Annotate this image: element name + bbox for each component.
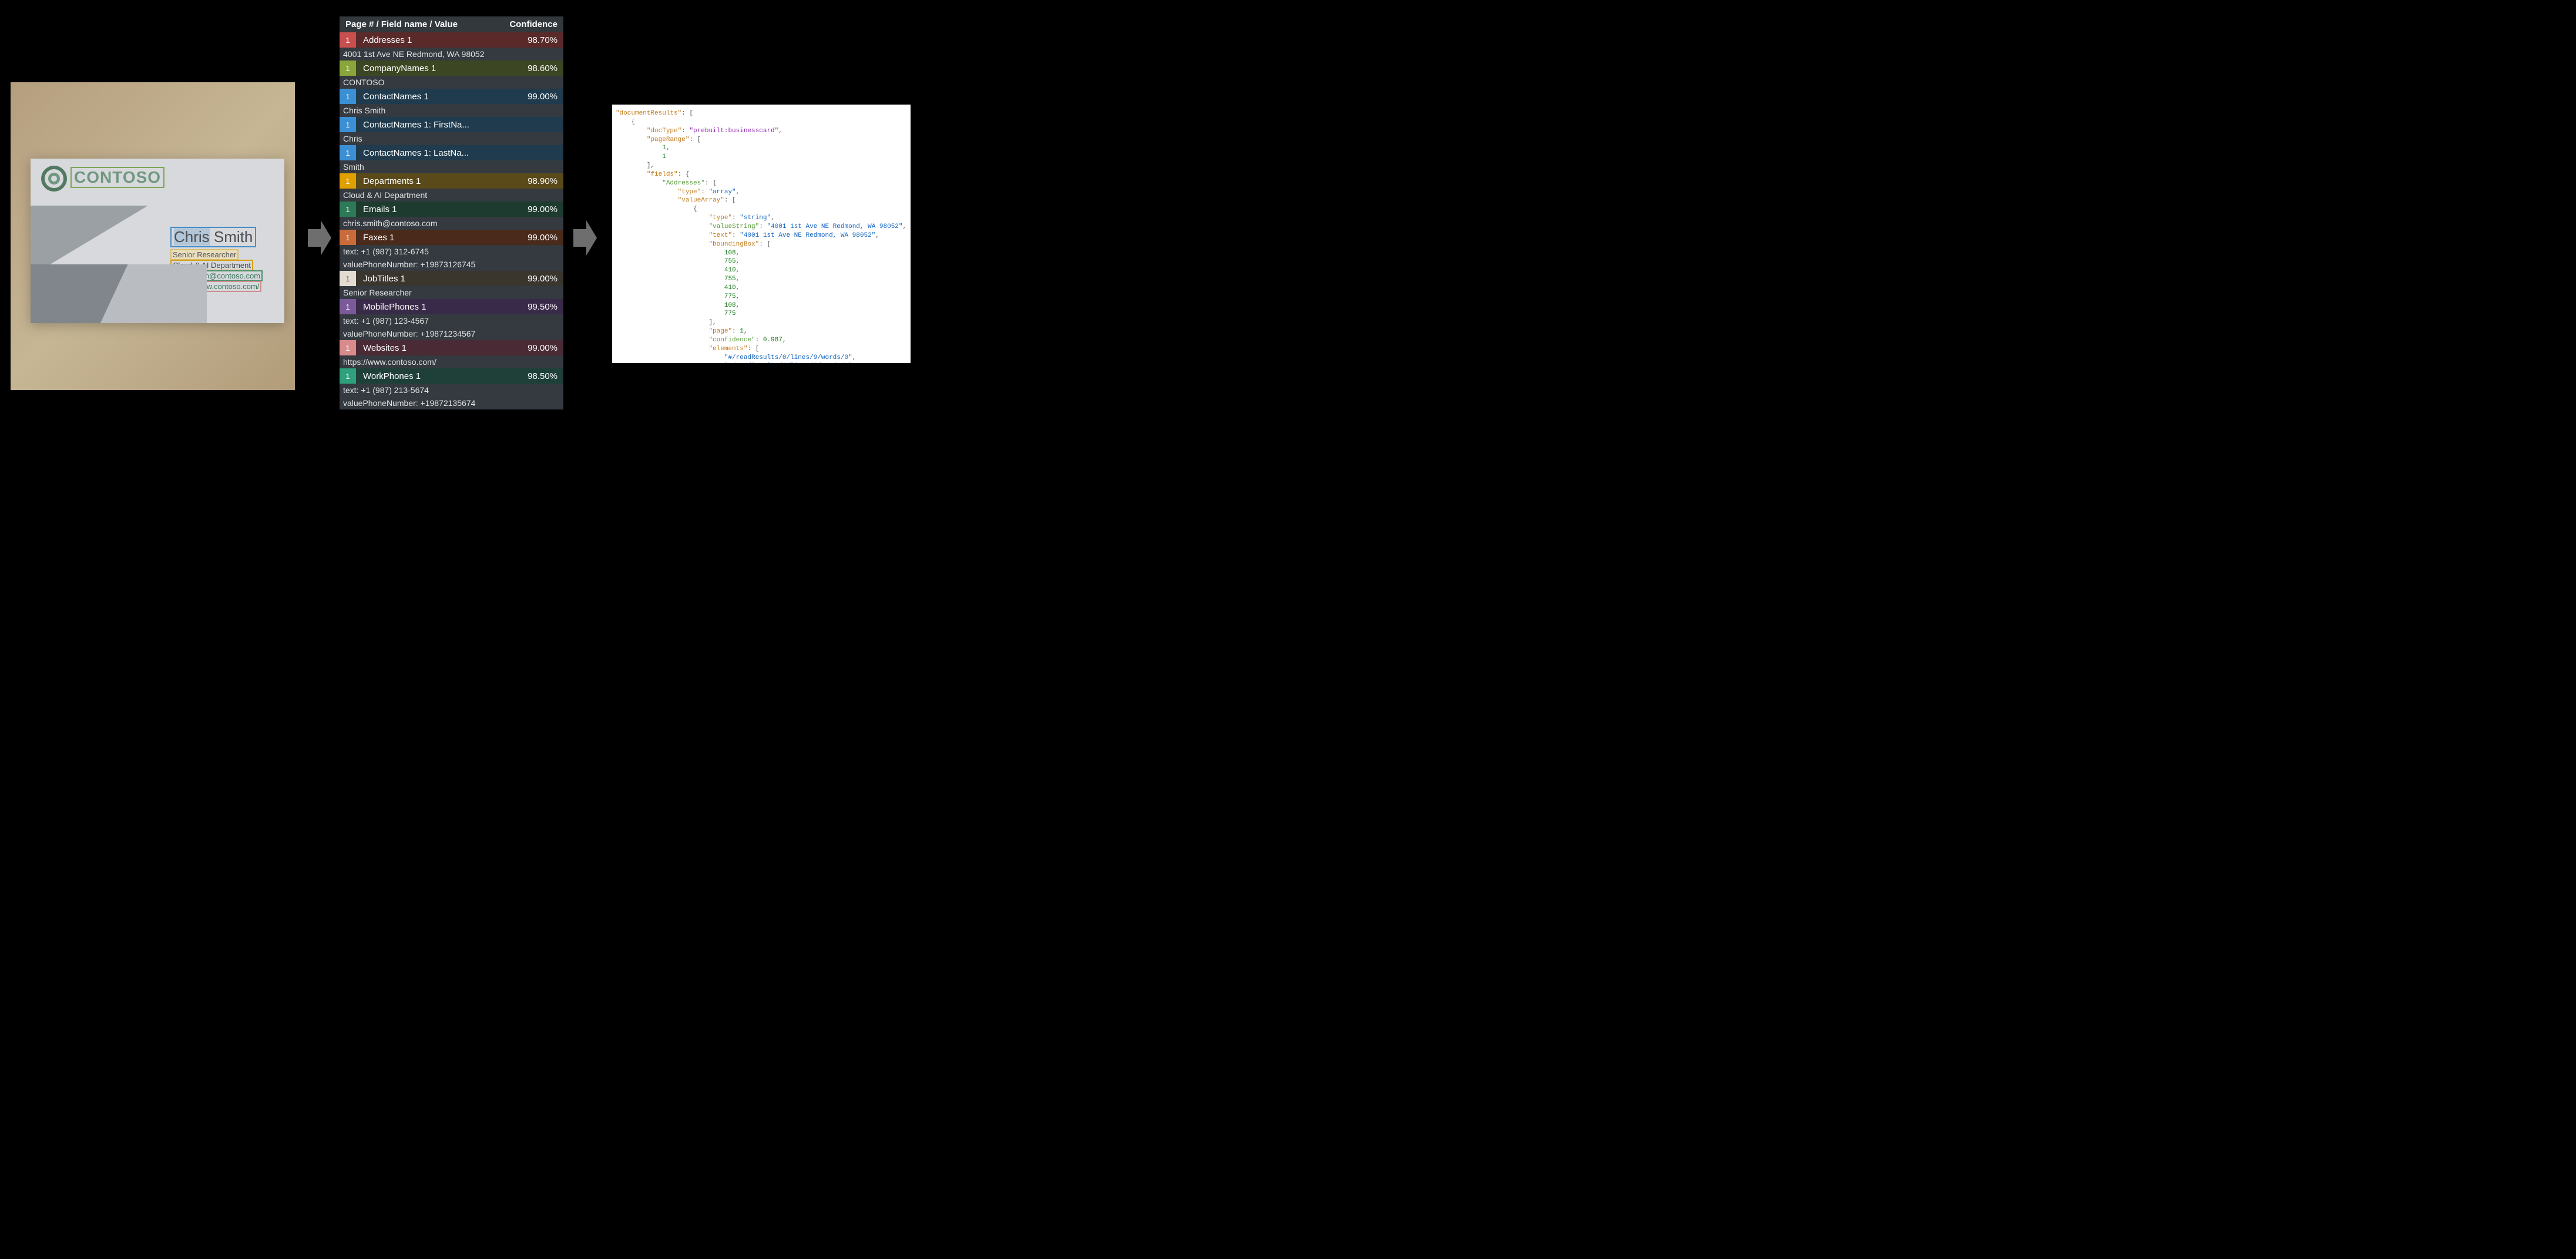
card-address-word: Ave bbox=[81, 310, 93, 317]
page-chip: 1 bbox=[340, 145, 356, 160]
field-name: Faxes 1 bbox=[356, 233, 522, 242]
field-row[interactable]: 1Websites 199.00% bbox=[340, 340, 563, 355]
card-department: Cloud & AI Department bbox=[172, 261, 252, 270]
card-url: https://www.contoso.com/ bbox=[172, 282, 260, 291]
field-confidence: 98.60% bbox=[522, 64, 563, 73]
card-contact-name: Chris Smith bbox=[172, 228, 255, 246]
field-name: Addresses 1 bbox=[356, 36, 522, 45]
field-name: Departments 1 bbox=[356, 177, 522, 186]
field-name: ContactNames 1: LastNa... bbox=[356, 149, 522, 157]
page-chip: 1 bbox=[340, 117, 356, 132]
card-phone-cell: Cell +1 (987) 123-4567 bbox=[69, 281, 140, 288]
field-value: text: +1 (987) 123-4567 bbox=[340, 314, 563, 327]
page-chip: 1 bbox=[340, 61, 356, 76]
field-name: WorkPhones 1 bbox=[356, 372, 522, 381]
card-phone-fax: Fax +1 (987) 312-6745 bbox=[69, 300, 140, 307]
field-value: 4001 1st Ave NE Redmond, WA 98052 bbox=[340, 48, 563, 61]
field-value: valuePhoneNumber: +19871234567 bbox=[340, 327, 563, 340]
page-chip: 1 bbox=[340, 89, 356, 104]
header-confidence: Confidence bbox=[509, 20, 557, 29]
field-row[interactable]: 1MobilePhones 199.50% bbox=[340, 299, 563, 314]
card-job-title: Senior Researcher bbox=[172, 250, 237, 259]
field-row[interactable]: 1Departments 198.90% bbox=[340, 173, 563, 189]
field-row[interactable]: 1ContactNames 199.00% bbox=[340, 89, 563, 104]
field-confidence: 99.00% bbox=[522, 233, 563, 242]
page-chip: 1 bbox=[340, 202, 356, 217]
field-value: valuePhoneNumber: +19872135674 bbox=[340, 397, 563, 409]
field-value: chris.smith@contoso.com bbox=[340, 217, 563, 230]
field-value: valuePhoneNumber: +19873126745 bbox=[340, 258, 563, 271]
page-chip: 1 bbox=[340, 271, 356, 286]
page-chip: 1 bbox=[340, 368, 356, 384]
field-value: https://www.contoso.com/ bbox=[340, 355, 563, 368]
field-value: Senior Researcher bbox=[340, 286, 563, 299]
card-address-word: Redmond, bbox=[109, 310, 140, 317]
card-first-name: Chris bbox=[174, 228, 210, 246]
field-value: CONTOSO bbox=[340, 76, 563, 89]
field-value: Smith bbox=[340, 160, 563, 173]
field-name: MobilePhones 1 bbox=[356, 303, 522, 311]
card-company: CONTOSO bbox=[72, 168, 163, 187]
json-output-panel: "documentResults": [ { "docType": "prebu… bbox=[612, 105, 911, 363]
field-value: Cloud & AI Department bbox=[340, 189, 563, 202]
field-row[interactable]: 1Emails 199.00% bbox=[340, 202, 563, 217]
business-card-photo: CONTOSO Chris Smith Senior Researcher Cl… bbox=[11, 82, 295, 390]
results-table-header: Page # / Field name / Value Confidence bbox=[340, 16, 563, 32]
card-address-word: WA bbox=[143, 310, 155, 317]
header-fieldname: Page # / Field name / Value bbox=[345, 20, 458, 29]
field-row[interactable]: 1Addresses 198.70% bbox=[340, 32, 563, 48]
field-value: text: +1 (987) 213-5674 bbox=[340, 384, 563, 397]
field-name: JobTitles 1 bbox=[356, 274, 522, 283]
field-name: Websites 1 bbox=[356, 344, 522, 352]
field-confidence: 98.90% bbox=[522, 177, 563, 186]
card-address: 4001 1st Ave NE Redmond, WA 98052 bbox=[49, 310, 177, 317]
page-chip: 1 bbox=[340, 299, 356, 314]
arrow-right-icon bbox=[308, 220, 331, 256]
field-name: CompanyNames 1 bbox=[356, 64, 522, 73]
field-value: text: +1 (987) 312-6745 bbox=[340, 245, 563, 258]
arrow-right-icon bbox=[573, 220, 597, 256]
field-name: ContactNames 1: FirstNa... bbox=[356, 120, 522, 129]
field-row[interactable]: 1Faxes 199.00% bbox=[340, 230, 563, 245]
field-confidence: 98.50% bbox=[522, 372, 563, 381]
page-chip: 1 bbox=[340, 173, 356, 189]
field-name: ContactNames 1 bbox=[356, 92, 522, 101]
field-row[interactable]: 1ContactNames 1: FirstNa... bbox=[340, 117, 563, 132]
field-name: Emails 1 bbox=[356, 205, 522, 214]
card-address-word: 1st bbox=[69, 310, 79, 317]
page-chip: 1 bbox=[340, 32, 356, 48]
field-confidence: 99.00% bbox=[522, 274, 563, 283]
field-row[interactable]: 1WorkPhones 198.50% bbox=[340, 368, 563, 384]
field-row[interactable]: 1ContactNames 1: LastNa... bbox=[340, 145, 563, 160]
field-confidence: 99.00% bbox=[522, 344, 563, 352]
card-address-word: NE bbox=[96, 310, 106, 317]
card-last-name: Smith bbox=[214, 228, 253, 246]
field-value: Chris bbox=[340, 132, 563, 145]
field-row[interactable]: 1CompanyNames 198.60% bbox=[340, 61, 563, 76]
results-table: Page # / Field name / Value Confidence 1… bbox=[340, 16, 563, 409]
page-chip: 1 bbox=[340, 340, 356, 355]
card-email: chris.smith@contoso.com bbox=[172, 271, 261, 280]
field-value: Chris Smith bbox=[340, 104, 563, 117]
page-chip: 1 bbox=[340, 230, 356, 245]
card-address-word: 4001 bbox=[50, 310, 65, 317]
field-confidence: 98.70% bbox=[522, 36, 563, 45]
field-row[interactable]: 1JobTitles 199.00% bbox=[340, 271, 563, 286]
field-confidence: 99.00% bbox=[522, 92, 563, 101]
field-confidence: 99.50% bbox=[522, 303, 563, 311]
field-confidence: 99.00% bbox=[522, 205, 563, 214]
card-phone-tel: Tel +1 (987) 213-5674 bbox=[69, 290, 137, 297]
card-address-word: 98052 bbox=[158, 310, 177, 317]
contoso-logo-icon bbox=[41, 166, 67, 192]
business-card: CONTOSO Chris Smith Senior Researcher Cl… bbox=[31, 159, 284, 323]
